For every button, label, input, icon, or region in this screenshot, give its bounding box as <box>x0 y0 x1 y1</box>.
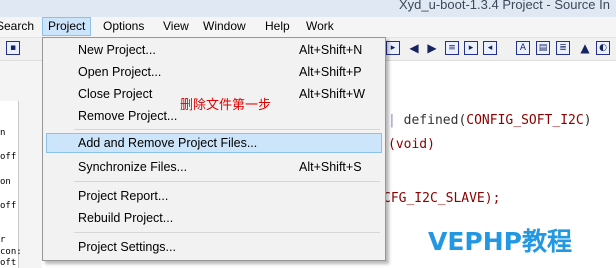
arrow-right-icon[interactable]: ▶ <box>425 41 439 55</box>
bookmark-prev-icon[interactable]: ◂ <box>483 41 497 55</box>
menu-item-label: Project Report... <box>78 189 169 203</box>
menu-item-open-project[interactable]: Open Project... Alt+Shift+P <box>46 62 382 82</box>
menu-item-project-report[interactable]: Project Report... <box>46 186 382 206</box>
menu-item-shortcut: Alt+Shift+W <box>299 87 365 101</box>
menu-item-label: Open Project... <box>78 65 162 79</box>
menu-item-new-project[interactable]: New Project... Alt+Shift+N <box>46 40 382 60</box>
menu-item-rebuild-project[interactable]: Rebuild Project... <box>46 208 382 228</box>
symbol-panel: n off on off r con: oft <box>0 61 42 268</box>
menu-bar: Search Project Options View Window Help … <box>0 17 616 38</box>
menu-separator <box>74 129 380 130</box>
panel-line: off <box>0 201 17 211</box>
annotation-text: 删除文件第一步 <box>180 98 272 113</box>
menu-window[interactable]: Window <box>198 18 251 35</box>
code-line-3: CFG_I2C_SLAVE); <box>383 191 501 206</box>
menu-item-label: Project Settings... <box>78 240 176 254</box>
menu-help[interactable]: Help <box>260 18 295 35</box>
menu-view[interactable]: View <box>158 18 194 35</box>
panel-line: r <box>0 235 6 245</box>
menu-separator <box>74 181 380 182</box>
menu-search[interactable]: Search <box>0 18 39 35</box>
browse-icon[interactable]: ▤ <box>536 41 550 55</box>
symbol-window-icon[interactable]: ◐ <box>596 41 610 55</box>
panel-line: off <box>0 152 17 162</box>
menu-item-add-remove-project-files[interactable]: Add and Remove Project Files... <box>46 133 382 153</box>
menu-item-label: New Project... <box>78 43 156 57</box>
menu-item-shortcut: Alt+Shift+N <box>299 43 363 57</box>
menu-item-shortcut: Alt+Shift+S <box>299 160 362 174</box>
bookmark-next-icon[interactable]: ▸ <box>464 41 478 55</box>
lookup-icon[interactable]: A <box>516 41 530 55</box>
panel-line: n <box>0 128 6 138</box>
panel-line: on <box>0 177 11 187</box>
title-bar: Xyd_u-boot-1.3.4 Project - Source In <box>0 0 616 18</box>
menu-separator <box>74 232 380 233</box>
menu-options[interactable]: Options <box>98 18 149 35</box>
panel-line: oft <box>0 258 17 268</box>
menu-item-synchronize-files[interactable]: Synchronize Files... Alt+Shift+S <box>46 157 382 177</box>
menu-item-label: Synchronize Files... <box>78 160 188 174</box>
menu-project[interactable]: Project <box>42 17 92 36</box>
settings-icon[interactable]: ▲ <box>578 41 592 55</box>
project-menu: New Project... Alt+Shift+N Open Project.… <box>42 37 386 261</box>
bookmark-icon[interactable]: ≡ <box>445 41 459 55</box>
menu-work[interactable]: Work <box>301 18 339 35</box>
menu-item-label: Rebuild Project... <box>78 211 174 225</box>
menu-item-label: Close Project <box>78 87 153 101</box>
window-title: Xyd_u-boot-1.3.4 Project - Source In <box>398 0 610 12</box>
panel-line: con: <box>0 247 22 257</box>
menu-item-label: Add and Remove Project Files... <box>78 136 258 150</box>
code-line-1: | defined(CONFIG_SOFT_I2C) <box>388 113 592 128</box>
menu-item-label: Remove Project... <box>78 109 178 123</box>
bookmark-toggle-icon[interactable]: ▸ <box>386 41 400 55</box>
menu-item-shortcut: Alt+Shift+P <box>299 65 362 79</box>
code-line-2: (void) <box>388 137 435 152</box>
arrow-left-icon[interactable]: ◀ <box>407 41 421 55</box>
save-icon[interactable]: ▪ <box>6 41 20 55</box>
watermark-text: VEPHP教程 <box>428 227 572 256</box>
symbol-icon[interactable]: ≣ <box>556 41 570 55</box>
menu-item-project-settings[interactable]: Project Settings... <box>46 237 382 257</box>
